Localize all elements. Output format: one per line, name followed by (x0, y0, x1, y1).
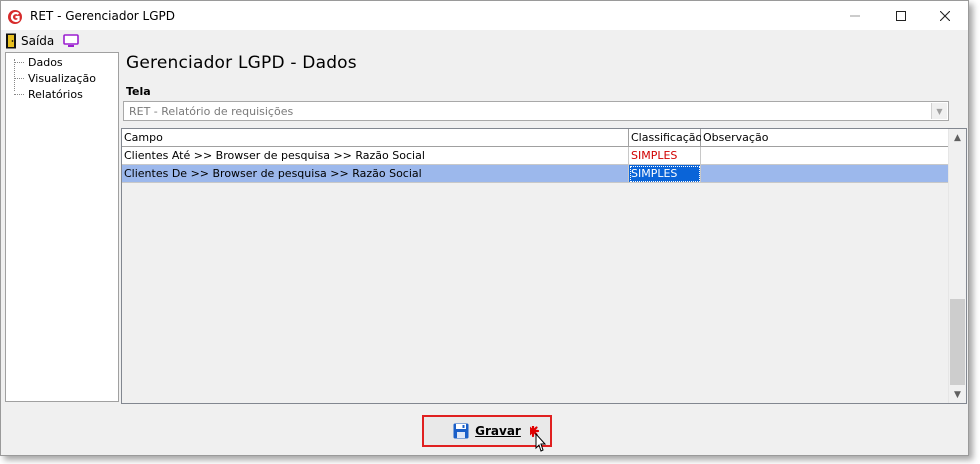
column-header-classificacao[interactable]: Classificação (629, 129, 702, 147)
mouse-cursor-icon (530, 426, 547, 452)
column-header-campo[interactable]: Campo (122, 129, 629, 147)
table-row[interactable]: Clientes De >> Browser de pesquisa >> Ra… (122, 165, 950, 183)
floppy-disk-icon (453, 423, 469, 439)
cell-classificacao[interactable]: SIMPLES (629, 147, 701, 165)
column-header-observacao[interactable]: Observação (701, 129, 950, 147)
tree-item-relatorios[interactable]: Relatórios (14, 86, 83, 102)
app-logo-icon (8, 10, 22, 24)
exit-menu-item[interactable]: Saída (5, 33, 54, 49)
door-exit-icon (6, 33, 16, 49)
tela-select-value: RET - Relatório de requisições (129, 105, 294, 118)
minimize-icon (850, 15, 860, 16)
tree-item-visualizacao[interactable]: Visualização (14, 70, 96, 86)
vertical-scrollbar[interactable]: ▲ ▼ (948, 129, 966, 403)
cell-campo[interactable]: Clientes De >> Browser de pesquisa >> Ra… (122, 165, 629, 183)
exit-label: Saída (21, 34, 55, 48)
tree-item-label: Visualização (28, 71, 96, 85)
scroll-up-icon[interactable]: ▲ (949, 129, 966, 146)
tree-item-dados[interactable]: Dados (14, 54, 63, 70)
scroll-down-icon[interactable]: ▼ (949, 386, 966, 403)
menu-bar: Saída (1, 30, 968, 52)
tela-label: Tela (126, 85, 151, 98)
maximize-icon (896, 10, 906, 21)
minimize-button[interactable] (832, 1, 878, 30)
tree-item-label: Dados (28, 55, 63, 69)
maximize-button[interactable] (878, 1, 924, 30)
data-grid: Campo Classificação Observação Clientes … (121, 128, 967, 404)
page-title: Gerenciador LGPD - Dados (126, 53, 357, 73)
tela-select[interactable]: RET - Relatório de requisições ▼ (123, 101, 949, 121)
monitor-icon[interactable] (63, 34, 79, 48)
cell-observacao[interactable] (701, 147, 950, 165)
close-icon (940, 10, 950, 21)
cell-campo[interactable]: Clientes Até >> Browser de pesquisa >> R… (122, 147, 629, 165)
chevron-down-icon[interactable]: ▼ (931, 103, 947, 119)
title-bar: RET - Gerenciador LGPD (1, 1, 968, 30)
app-window: RET - Gerenciador LGPD Saída Dados Visua… (0, 0, 969, 456)
scrollbar-thumb[interactable] (950, 299, 965, 385)
window-title: RET - Gerenciador LGPD (30, 9, 176, 23)
table-row[interactable]: Clientes Até >> Browser de pesquisa >> R… (122, 147, 950, 165)
navigation-tree: Dados Visualização Relatórios (5, 52, 119, 402)
close-button[interactable] (922, 1, 968, 30)
save-button-label: Gravar (475, 424, 521, 438)
cell-observacao[interactable] (701, 165, 950, 183)
tree-item-label: Relatórios (28, 87, 83, 101)
cell-classificacao[interactable]: SIMPLES (629, 165, 701, 183)
